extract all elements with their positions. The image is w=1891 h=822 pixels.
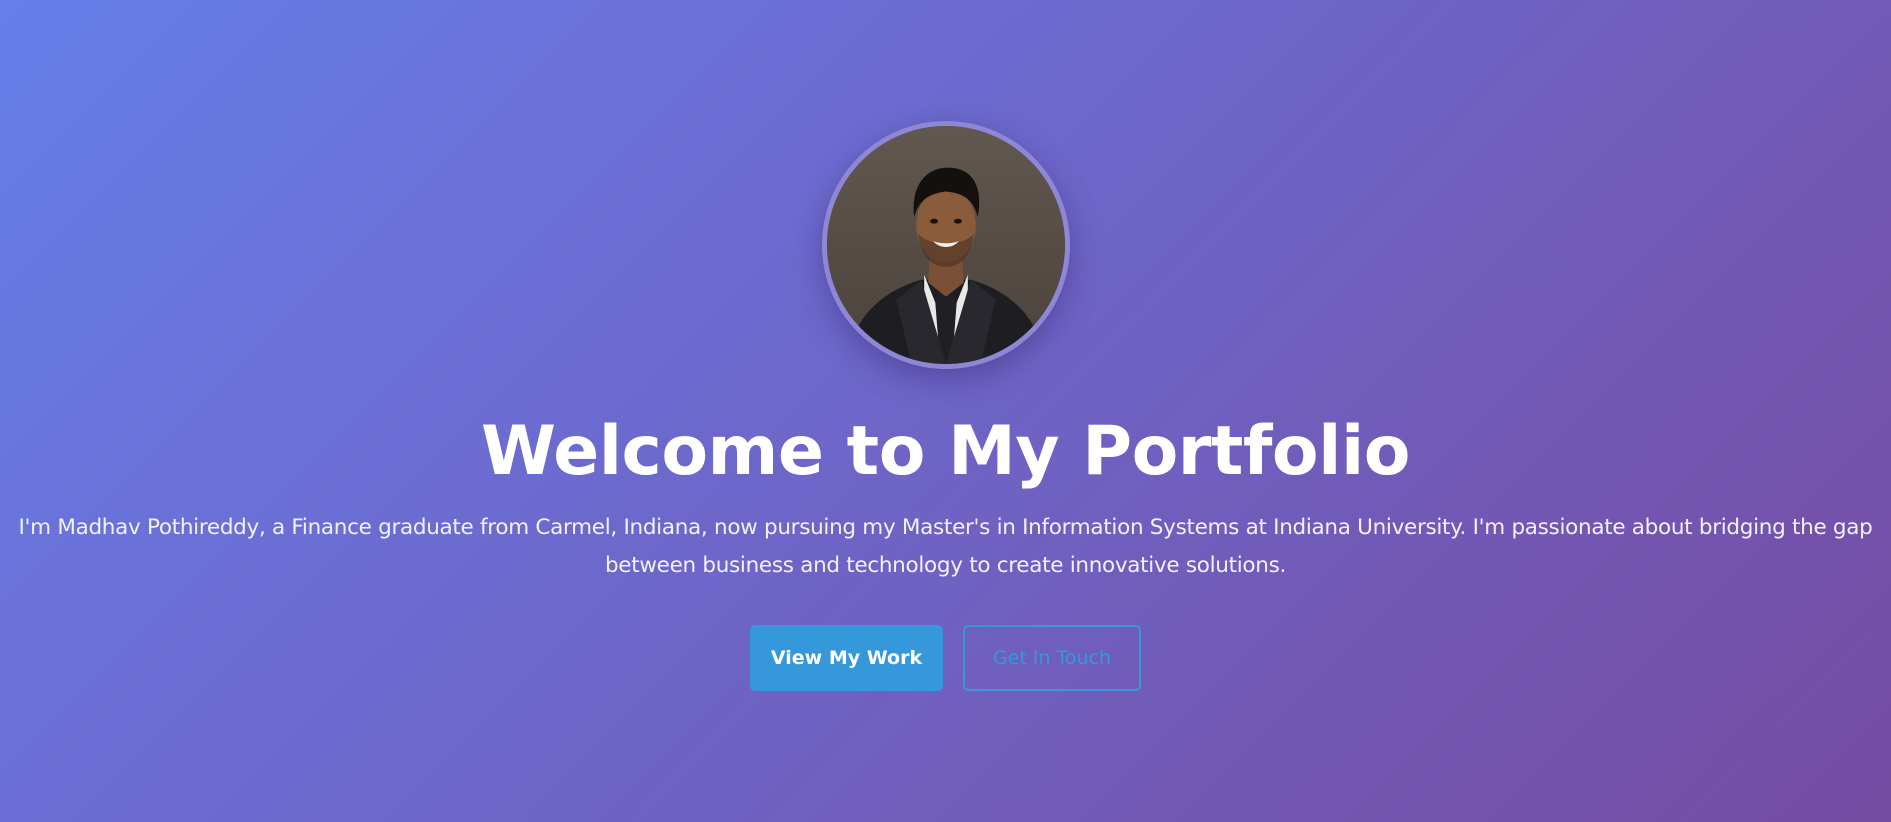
view-my-work-button[interactable]: View My Work <box>750 625 943 692</box>
hero-intro-text: I'm Madhav Pothireddy, a Finance graduat… <box>18 515 1873 579</box>
hero-buttons: View My Work Get In Touch <box>750 625 1141 692</box>
hero-title: Welcome to My Portfolio <box>481 412 1410 491</box>
avatar <box>826 126 1065 364</box>
profile-photo <box>821 121 1070 369</box>
get-in-touch-button[interactable]: Get In Touch <box>963 625 1141 692</box>
hero-section: Welcome to My Portfolio I'm Madhav Pothi… <box>0 0 1891 822</box>
